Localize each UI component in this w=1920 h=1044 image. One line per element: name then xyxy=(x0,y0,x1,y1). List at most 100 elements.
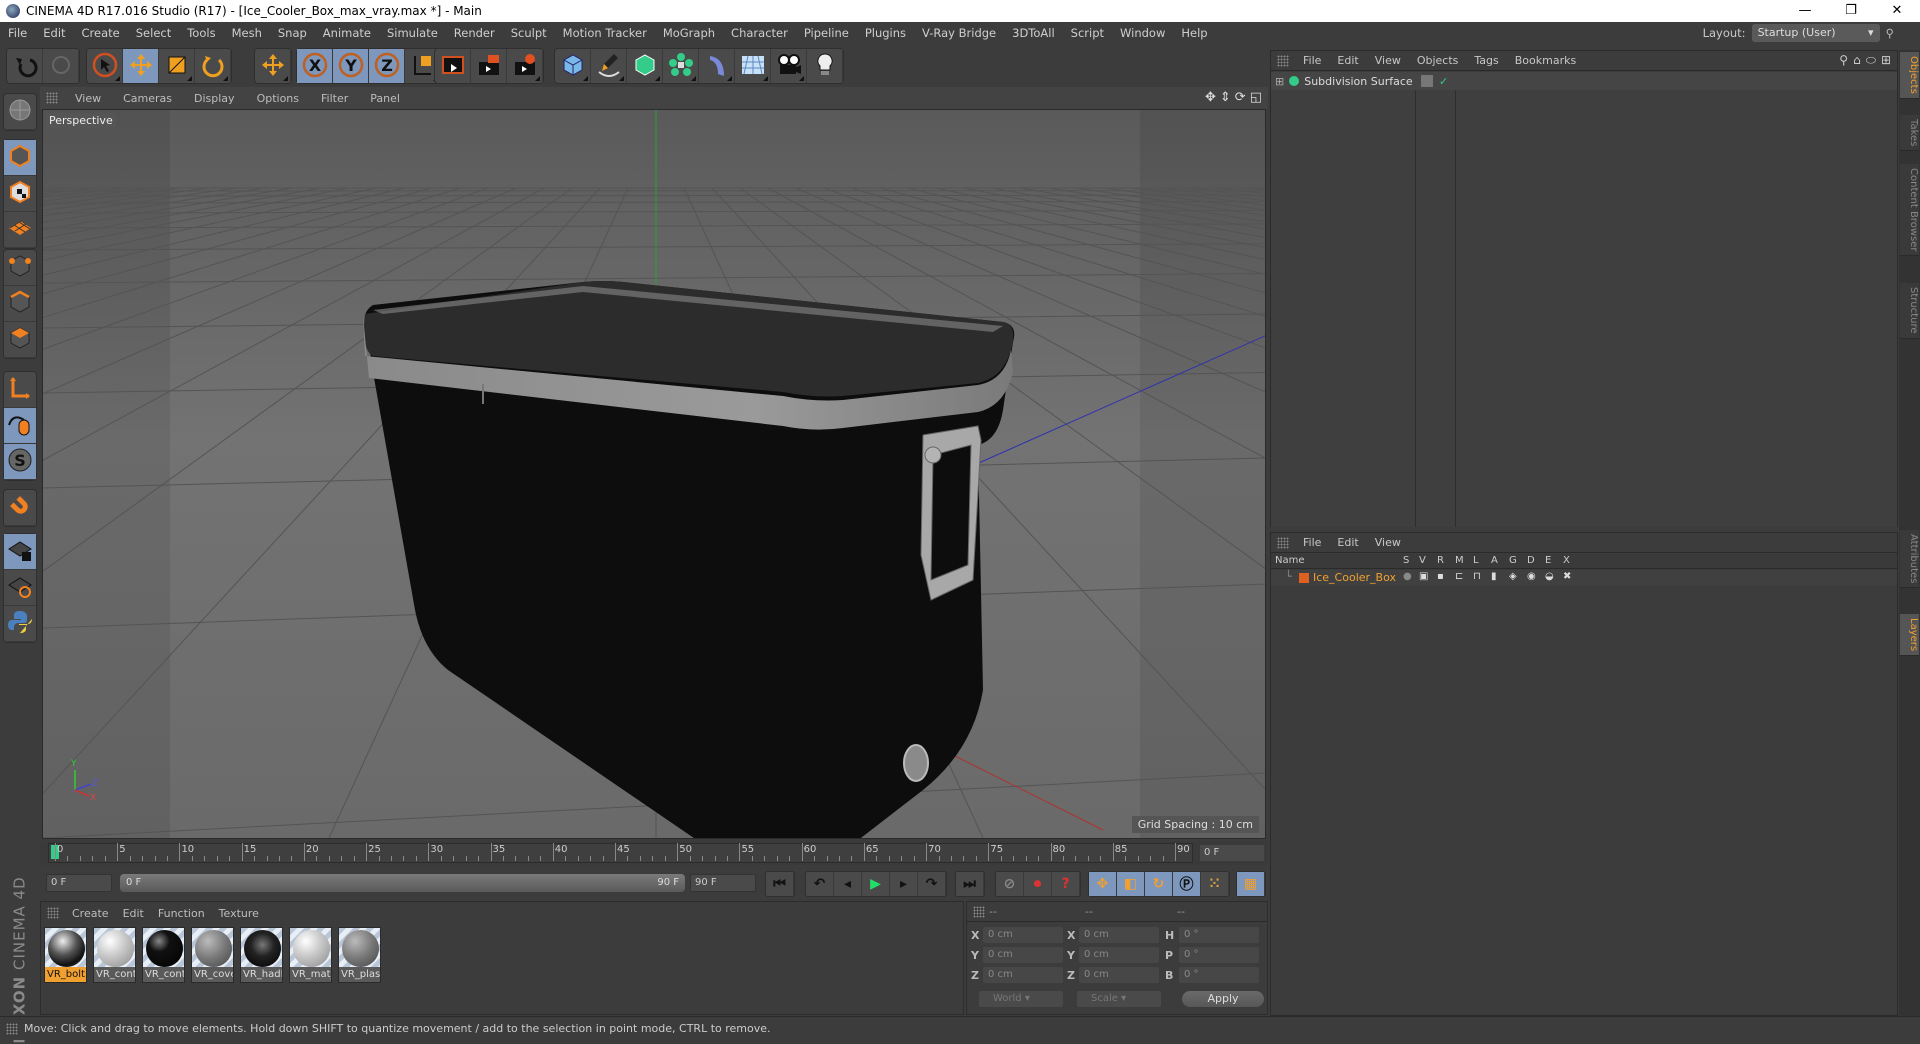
pen-spline-button[interactable] xyxy=(591,49,627,83)
side-tab-attributes[interactable]: Attributes xyxy=(1900,530,1919,588)
material-swatch[interactable]: VR_hadl xyxy=(240,927,283,983)
menu-snap[interactable]: Snap xyxy=(270,26,315,40)
menu-mograph[interactable]: MoGraph xyxy=(655,26,723,40)
visibility-toggle-icon[interactable] xyxy=(1421,75,1433,87)
new-window-icon[interactable]: ⊞ xyxy=(1881,53,1891,68)
layout-dropdown[interactable]: Startup (User)▾ xyxy=(1752,24,1880,42)
material-swatch[interactable]: VR_plas xyxy=(338,927,381,983)
grip-icon[interactable] xyxy=(47,907,59,919)
previous-key-button[interactable]: ↶ xyxy=(806,872,834,896)
goto-end-button[interactable]: ⏭ xyxy=(956,872,984,896)
rotation-field[interactable]: 0 ° xyxy=(1179,967,1259,983)
size-field[interactable]: 0 cm xyxy=(1079,947,1159,963)
goto-start-button[interactable]: ⏮ xyxy=(766,872,794,896)
material-swatch[interactable]: VR_mat_ xyxy=(289,927,332,983)
viewport-menu-filter[interactable]: Filter xyxy=(310,92,359,105)
viewport-menu-display[interactable]: Display xyxy=(183,92,246,105)
object-row[interactable]: ⊞ Subdivision Surface ✓ xyxy=(1271,72,1897,90)
menu-plugins[interactable]: Plugins xyxy=(857,26,914,40)
zoom-view-icon[interactable]: ⇕ xyxy=(1220,90,1231,105)
3d-viewport[interactable]: Y Z X Perspective Grid Spacing : 10 cm xyxy=(42,109,1266,839)
floor-button[interactable] xyxy=(735,49,771,83)
x-axis-lock-button[interactable]: X xyxy=(297,49,333,83)
expand-icon[interactable]: ⊞ xyxy=(1275,75,1284,88)
live-selection-button[interactable] xyxy=(87,49,123,83)
layer-column-a[interactable]: A xyxy=(1491,555,1498,566)
material-menu-edit[interactable]: Edit xyxy=(116,907,151,920)
y-axis-lock-button[interactable]: Y xyxy=(333,49,369,83)
light-button[interactable] xyxy=(807,49,843,83)
edges-mode-button[interactable] xyxy=(4,286,36,322)
next-frame-button[interactable]: ▸ xyxy=(890,872,918,896)
timeline-ruler[interactable]: 051015202530354045505560657075808590 xyxy=(48,843,1193,863)
next-key-button[interactable]: ↷ xyxy=(918,872,946,896)
size-field[interactable]: 0 cm xyxy=(1079,927,1159,943)
tweak-mode-button[interactable] xyxy=(4,408,36,444)
current-frame-field[interactable]: 0 F xyxy=(1200,845,1264,861)
animation-toggle-icon[interactable]: ▮ xyxy=(1491,571,1497,582)
key-param-icon[interactable]: Ⓟ xyxy=(1173,872,1201,896)
layer-column-name[interactable]: Name xyxy=(1275,555,1305,566)
undo-button[interactable] xyxy=(7,49,43,83)
visible-toggle-icon[interactable]: ▣ xyxy=(1419,571,1428,582)
render-view-button[interactable] xyxy=(435,49,471,83)
play-button[interactable]: ▶ xyxy=(862,872,890,896)
layer-column-v[interactable]: V xyxy=(1419,555,1426,566)
deformers-toggle-icon[interactable]: ◉ xyxy=(1527,571,1536,582)
material-menu-create[interactable]: Create xyxy=(65,907,116,920)
axis-mode-button[interactable] xyxy=(4,372,36,408)
object-menu-view[interactable]: View xyxy=(1367,54,1409,67)
grip-icon[interactable] xyxy=(1277,55,1289,67)
object-menu-edit[interactable]: Edit xyxy=(1329,54,1366,67)
locked-workplane-button[interactable] xyxy=(4,534,36,570)
key-rotation-icon[interactable]: ↻ xyxy=(1145,872,1173,896)
object-menu-tags[interactable]: Tags xyxy=(1466,54,1506,67)
polygons-mode-button[interactable] xyxy=(4,322,36,358)
side-tab-structure[interactable]: Structure xyxy=(1900,283,1919,339)
render-settings-button[interactable] xyxy=(507,49,543,83)
side-tab-content-browser[interactable]: Content Browser xyxy=(1900,164,1919,256)
grip-icon[interactable] xyxy=(1277,537,1289,549)
menu-select[interactable]: Select xyxy=(128,26,179,40)
make-editable-button[interactable] xyxy=(4,94,36,130)
layer-column-l[interactable]: L xyxy=(1473,555,1479,566)
link-icon[interactable]: ⬭ xyxy=(1866,53,1876,68)
menu-simulate[interactable]: Simulate xyxy=(379,26,446,40)
python-button[interactable] xyxy=(4,606,36,642)
viewport-menu-cameras[interactable]: Cameras xyxy=(112,92,183,105)
layer-column-r[interactable]: R xyxy=(1437,555,1444,566)
side-tab-takes[interactable]: Takes xyxy=(1900,115,1919,151)
planar-workplane-button[interactable] xyxy=(4,570,36,606)
position-field[interactable]: 0 cm xyxy=(983,927,1063,943)
model-mode-button[interactable] xyxy=(4,140,36,176)
previous-frame-button[interactable]: ◂ xyxy=(834,872,862,896)
menu-sculpt[interactable]: Sculpt xyxy=(503,26,555,40)
side-tab-objects[interactable]: Objects xyxy=(1900,52,1919,99)
redo-button[interactable] xyxy=(43,49,79,83)
viewport-menu-options[interactable]: Options xyxy=(246,92,310,105)
camera-label[interactable]: Perspective xyxy=(46,113,116,128)
layer-column-g[interactable]: G xyxy=(1509,555,1517,566)
key-pla-icon[interactable]: ⁙ xyxy=(1201,872,1229,896)
move-button[interactable] xyxy=(123,49,159,83)
key-position-icon[interactable]: ✥ xyxy=(1089,872,1117,896)
pan-view-icon[interactable]: ✥ xyxy=(1205,90,1216,105)
rotate-button[interactable] xyxy=(195,49,231,83)
material-menu-function[interactable]: Function xyxy=(151,907,212,920)
rotate-view-icon[interactable]: ⟳ xyxy=(1235,90,1246,105)
start-frame-field[interactable]: 0 F xyxy=(46,874,112,892)
size-mode-dropdown[interactable]: Scale ▾ xyxy=(1077,991,1161,1007)
side-tab-layers[interactable]: Layers xyxy=(1900,614,1919,656)
menu-edit[interactable]: Edit xyxy=(35,26,73,40)
texture-mode-button[interactable] xyxy=(4,176,36,212)
solo-button[interactable]: S xyxy=(4,444,36,480)
viewport-menu-panel[interactable]: Panel xyxy=(359,92,411,105)
layer-row[interactable]: └ Ice_Cooler_Box ●▣▪⊏⊓▮◈◉◒✖ xyxy=(1271,570,1897,586)
layer-menu-file[interactable]: File xyxy=(1295,536,1329,549)
layer-column-m[interactable]: M xyxy=(1455,555,1464,566)
object-name[interactable]: Subdivision Surface xyxy=(1304,75,1412,88)
lock-toggle-icon[interactable]: ⊓ xyxy=(1473,571,1481,582)
layer-column-d[interactable]: D xyxy=(1527,555,1535,566)
menu-window[interactable]: Window xyxy=(1112,26,1173,40)
menu-character[interactable]: Character xyxy=(723,26,796,40)
